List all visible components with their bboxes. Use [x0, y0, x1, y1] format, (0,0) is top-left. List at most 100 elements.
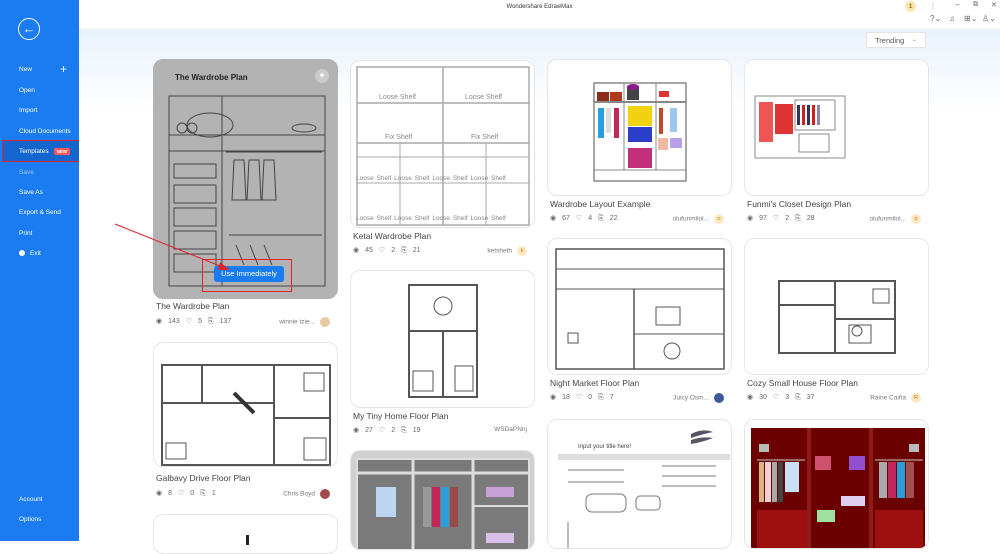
- sidebar-item-save[interactable]: Save: [19, 169, 34, 176]
- sidebar-item-open[interactable]: Open: [19, 87, 35, 94]
- sidebar-item-templates[interactable]: Templates NEW: [19, 148, 71, 155]
- template-thumbnail[interactable]: [153, 514, 338, 554]
- notification-badge[interactable]: 1: [905, 1, 916, 12]
- template-thumbnail[interactable]: [547, 238, 732, 375]
- minimize-button[interactable]: –: [955, 0, 959, 9]
- sidebar-item-options[interactable]: Options: [19, 516, 41, 523]
- template-thumbnail[interactable]: [350, 270, 535, 408]
- sort-dropdown[interactable]: Trending ⌄: [866, 32, 926, 48]
- template-thumbnail[interactable]: [744, 419, 929, 549]
- template-thumbnail[interactable]: [744, 238, 929, 375]
- eye-icon: ◉: [353, 427, 360, 434]
- copy-icon: ⎘: [401, 427, 407, 434]
- sidebar-item-print[interactable]: Print: [19, 230, 32, 237]
- template-author[interactable]: Raine Caiña R: [870, 393, 921, 403]
- template-card[interactable]: Night Market Floor Plan ◉ 18 ♡ 0 ⎘ 7 Juicy Os…: [547, 238, 732, 408]
- template-card[interactable]: [153, 514, 338, 554]
- template-thumbnail[interactable]: [350, 450, 535, 550]
- copy-icon: ⎘: [795, 394, 801, 401]
- template-title[interactable]: My Tiny Home Floor Plan: [353, 411, 448, 421]
- template-title[interactable]: Ketal Wardrobe Plan: [353, 231, 431, 241]
- avatar: o: [911, 214, 921, 224]
- template-author[interactable]: Chris Boyd: [283, 489, 330, 499]
- template-thumbnail[interactable]: The Wardrobe Plan ♥ Use Immediately: [153, 59, 338, 299]
- template-card[interactable]: Wardrobe Layout Example ◉ 67 ♡ 4 ⎘ 22 olufunm…: [547, 59, 732, 229]
- template-thumbnail[interactable]: [547, 59, 732, 196]
- template-card[interactable]: Loose Shelf Loose Shelf Fix Shelf Fix Sh…: [350, 60, 535, 260]
- template-title[interactable]: Night Market Floor Plan: [550, 378, 639, 388]
- copies-count: 28: [806, 215, 815, 222]
- apps-icon[interactable]: ⊞⌄: [964, 14, 977, 23]
- template-card[interactable]: Funmi's Closet Design Plan ◉ 97 ♡ 2 ⎘ 28 oluf…: [744, 59, 929, 229]
- template-author[interactable]: Juicy Osm...: [673, 393, 724, 403]
- close-button[interactable]: ✕: [991, 1, 997, 9]
- author-name: Juicy Osm...: [673, 394, 709, 402]
- avatar: [320, 317, 330, 327]
- template-thumbnail[interactable]: Loose Shelf Loose Shelf Fix Shelf Fix Sh…: [350, 60, 535, 228]
- template-title[interactable]: Galbavy Drive Floor Plan: [156, 473, 250, 483]
- template-title[interactable]: Wardrobe Layout Example: [550, 199, 650, 209]
- use-immediately-button[interactable]: Use Immediately: [214, 266, 284, 282]
- shirt-icon[interactable]: ♙⌄: [982, 14, 996, 23]
- sidebar-item-cloud-documents[interactable]: Cloud Documents: [19, 128, 71, 135]
- copy-icon: ⎘: [795, 215, 801, 222]
- template-stats: ◉ 27 ♡ 2 ⎘ 19: [353, 426, 427, 435]
- template-card[interactable]: The Wardrobe Plan ♥ Use Immediately The …: [153, 59, 338, 329]
- sidebar-item-export-send[interactable]: Export & Send: [19, 209, 61, 216]
- sidebar-item-account[interactable]: Account: [19, 496, 43, 503]
- template-stats: ◉ 45 ♡ 2 ⎘ 21: [353, 246, 427, 255]
- bell-icon[interactable]: ♫: [949, 14, 955, 23]
- views-count: 143: [168, 318, 180, 325]
- template-card[interactable]: My Tiny Home Floor Plan ◉ 27 ♡ 2 ⎘ 19 WSDaPNn…: [350, 270, 535, 440]
- form-drawing: [558, 430, 730, 548]
- plus-icon[interactable]: +: [60, 62, 67, 76]
- views-count: 67: [562, 215, 570, 222]
- template-thumbnail[interactable]: [744, 59, 929, 196]
- chevron-down-icon: ⌄: [911, 37, 917, 43]
- author-name: WSDaPNnj: [494, 426, 527, 433]
- copies-count: 137: [219, 318, 232, 325]
- back-arrow-icon[interactable]: ←: [18, 18, 40, 40]
- heart-outline-icon: ♡: [772, 215, 780, 222]
- wardrobe-drawing: [356, 458, 530, 549]
- template-card[interactable]: Cozy Small House Floor Plan ◉ 30 ♡ 3 ⎘ 37 Rai…: [744, 238, 929, 408]
- copies-count: 21: [412, 247, 421, 254]
- eye-icon: ◉: [747, 394, 754, 401]
- author-name: olufunmilol...: [869, 215, 907, 223]
- template-card[interactable]: [350, 450, 535, 550]
- heart-outline-icon: ♡: [378, 427, 386, 434]
- help-icon[interactable]: ?⌄: [930, 14, 941, 23]
- views-count: 8: [168, 490, 173, 497]
- sidebar: ← New + Open Import Cloud Documents Temp…: [0, 0, 82, 541]
- copy-icon: ⎘: [200, 490, 206, 497]
- template-title[interactable]: Funmi's Closet Design Plan: [747, 199, 851, 209]
- sidebar-item-exit[interactable]: Exit: [19, 250, 41, 257]
- eye-icon: ◉: [353, 247, 360, 254]
- template-card[interactable]: Galbavy Drive Floor Plan ◉ 8 ♡ 0 ⎘ 1 Chris Bo…: [153, 342, 338, 502]
- sidebar-item-save-as[interactable]: Save As: [19, 189, 43, 196]
- likes-count: 3: [785, 394, 790, 401]
- eye-icon: ◉: [550, 215, 557, 222]
- template-stats: ◉ 30 ♡ 3 ⎘ 37: [747, 393, 821, 402]
- shelf-label: Fix Shelf: [385, 134, 413, 141]
- template-title[interactable]: The Wardrobe Plan: [156, 301, 229, 311]
- sidebar-item-new[interactable]: New: [19, 66, 32, 73]
- restore-button[interactable]: ⧉: [973, 1, 978, 9]
- likes-count: 4: [588, 215, 593, 222]
- eye-icon: ◉: [747, 215, 754, 222]
- template-author[interactable]: olufunmilol... o: [673, 214, 724, 224]
- template-thumbnail[interactable]: Input your title here!: [547, 419, 732, 549]
- template-card[interactable]: [744, 419, 929, 549]
- avatar: o: [714, 214, 724, 224]
- template-card[interactable]: Input your title here!: [547, 419, 732, 549]
- sidebar-item-import[interactable]: Import: [19, 107, 37, 114]
- template-author[interactable]: ketsheth k: [487, 246, 527, 256]
- template-thumbnail[interactable]: [153, 342, 338, 467]
- template-author[interactable]: winnie tzie...: [279, 317, 330, 327]
- template-title[interactable]: Cozy Small House Floor Plan: [747, 378, 858, 388]
- template-author[interactable]: olufunmilol... o: [869, 214, 921, 224]
- copies-count: 19: [412, 427, 421, 434]
- template-author[interactable]: WSDaPNnj: [494, 426, 527, 433]
- floor-plan-drawing: [161, 364, 331, 466]
- copy-icon: ⎘: [598, 215, 604, 222]
